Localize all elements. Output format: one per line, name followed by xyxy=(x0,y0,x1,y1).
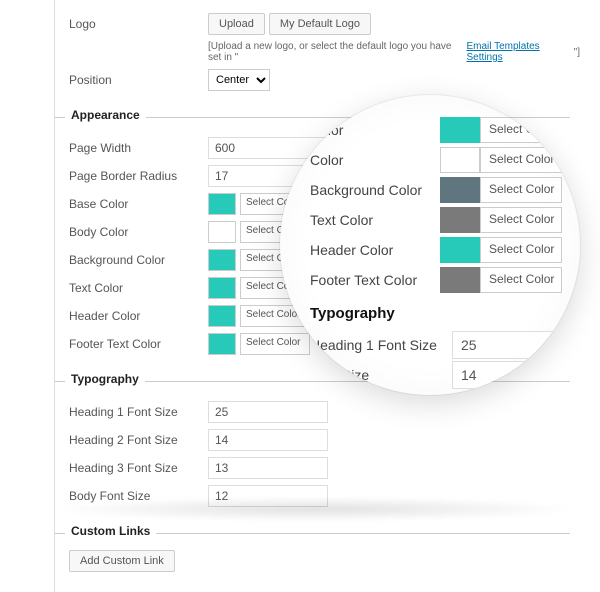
h2-label: Heading 2 Font Size xyxy=(55,433,208,447)
appearance-title: Appearance xyxy=(65,108,146,122)
h2-font-size-row: Heading 2 Font Size xyxy=(55,426,580,454)
body-color-swatch[interactable] xyxy=(208,221,236,243)
h1-font-size-row: Heading 1 Font Size xyxy=(55,398,580,426)
page-border-radius-label: Page Border Radius xyxy=(55,169,208,183)
typography-title: Typography xyxy=(65,372,145,386)
zoom-select-color-button[interactable]: Select Color xyxy=(480,237,562,263)
position-select[interactable]: Center xyxy=(208,69,270,91)
background-color-label: Background Color xyxy=(55,253,208,267)
body-color-label: Body Color xyxy=(55,225,208,239)
base-color-swatch[interactable] xyxy=(208,193,236,215)
logo-controls: Upload My Default Logo xyxy=(208,13,580,35)
h2-font-size-input[interactable] xyxy=(208,429,328,451)
default-logo-button[interactable]: My Default Logo xyxy=(269,13,371,35)
logo-hint: [Upload a new logo, or select the defaul… xyxy=(208,41,580,63)
add-custom-link-button[interactable]: Add Custom Link xyxy=(69,550,175,572)
zoom-select-color-button[interactable]: Select Color xyxy=(480,177,562,203)
zoom-swatch[interactable] xyxy=(440,267,480,293)
zoom-swatch[interactable] xyxy=(440,147,480,173)
text-color-swatch[interactable] xyxy=(208,277,236,299)
h3-font-size-input[interactable] xyxy=(208,457,328,479)
zoom-swatch[interactable] xyxy=(440,237,480,263)
zoom-color-label-2: Color xyxy=(310,152,343,168)
page-width-label: Page Width xyxy=(55,141,208,155)
zoom-footer-color-label: Footer Text Color xyxy=(310,272,417,288)
email-templates-settings-link[interactable]: Email Templates Settings xyxy=(467,41,570,63)
custom-links-body: Add Custom Link xyxy=(55,550,580,572)
header-color-swatch[interactable] xyxy=(208,305,236,327)
position-row: Position Center xyxy=(55,66,580,94)
select-color-button[interactable]: Select Color xyxy=(240,333,310,355)
custom-links-title: Custom Links xyxy=(65,524,156,538)
upload-button[interactable]: Upload xyxy=(208,13,265,35)
logo-hint-row: [Upload a new logo, or select the defaul… xyxy=(55,38,580,66)
h3-font-size-row: Heading 3 Font Size xyxy=(55,454,580,482)
footer-text-color-label: Footer Text Color xyxy=(55,337,208,351)
h3-label: Heading 3 Font Size xyxy=(55,461,208,475)
header-color-label: Header Color xyxy=(55,309,208,323)
zoom-header-color-label: Header Color xyxy=(310,242,393,258)
zoom-text-color-label: Text Color xyxy=(310,212,373,228)
base-color-label: Base Color xyxy=(55,197,208,211)
position-label: Position xyxy=(55,73,208,87)
magnifier-lens: Color Select Color Color Select Color Ba… xyxy=(280,95,580,395)
footer-text-color-swatch[interactable] xyxy=(208,333,236,355)
zoom-typography-header: Typography xyxy=(310,305,562,322)
text-color-label: Text Color xyxy=(55,281,208,295)
h1-label: Heading 1 Font Size xyxy=(55,405,208,419)
zoom-swatch[interactable] xyxy=(440,207,480,233)
zoom-select-color-button[interactable]: Select Color xyxy=(480,267,562,293)
zoom-bg-color-label: Background Color xyxy=(310,182,422,198)
zoom-swatch[interactable] xyxy=(440,177,480,203)
zoom-select-color-button[interactable]: Select Color xyxy=(480,207,562,233)
h1-font-size-input[interactable] xyxy=(208,401,328,423)
logo-row: Logo Upload My Default Logo xyxy=(55,10,580,38)
custom-links-section-header: Custom Links xyxy=(55,524,580,542)
zoom-h1-label: Heading 1 Font Size xyxy=(310,337,437,353)
logo-label: Logo xyxy=(55,17,208,31)
panel-shadow xyxy=(50,497,580,521)
zoom-swatch[interactable] xyxy=(440,117,480,143)
background-color-swatch[interactable] xyxy=(208,249,236,271)
